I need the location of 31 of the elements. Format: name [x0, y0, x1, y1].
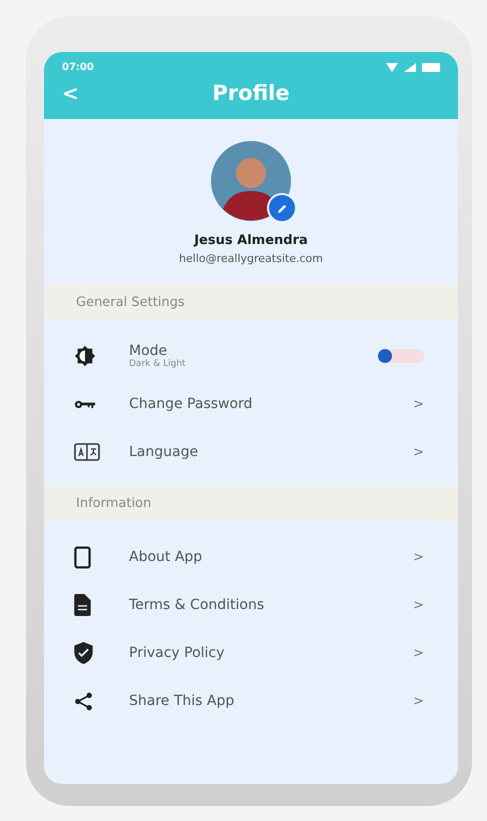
status-time: 07:00 [62, 62, 94, 73]
share-icon [74, 692, 93, 710]
section-header: Information [44, 486, 458, 521]
section-header: General Settings [44, 285, 458, 320]
settings-item[interactable]: Terms & Conditions > [44, 581, 458, 629]
chevron-icon: > [413, 444, 424, 460]
mode-toggle[interactable] [378, 347, 424, 365]
settings-item[interactable]: Share This App > [44, 677, 458, 725]
chevron-icon: > [413, 396, 424, 412]
setting-label: Mode [129, 343, 168, 359]
wifi-icon [386, 63, 398, 72]
phone-icon [74, 546, 91, 568]
screen-title: Profile [211, 81, 291, 105]
signal-icon [404, 63, 416, 72]
settings-item[interactable]: Change Password > [44, 380, 458, 428]
chevron-icon: > [413, 646, 424, 660]
chevron-icon: > [413, 598, 424, 612]
settings-item[interactable]: About App > [44, 533, 458, 581]
battery-icon [422, 63, 440, 72]
settings-item[interactable]: Privacy Policy > [44, 629, 458, 677]
setting-sublabel: Dark & Light [129, 359, 187, 369]
profile-name: Jesus Almendra [194, 233, 308, 248]
profile-email: hello@reallygreatsite.com [179, 252, 323, 265]
document-icon [74, 594, 91, 616]
translate-icon [74, 443, 100, 461]
pencil-icon [276, 202, 288, 214]
chevron-icon: > [413, 694, 424, 708]
settings-item[interactable]: Language > [44, 428, 458, 476]
shield-icon [74, 642, 93, 664]
contrast-icon [74, 345, 96, 367]
chevron-icon: > [413, 550, 424, 564]
